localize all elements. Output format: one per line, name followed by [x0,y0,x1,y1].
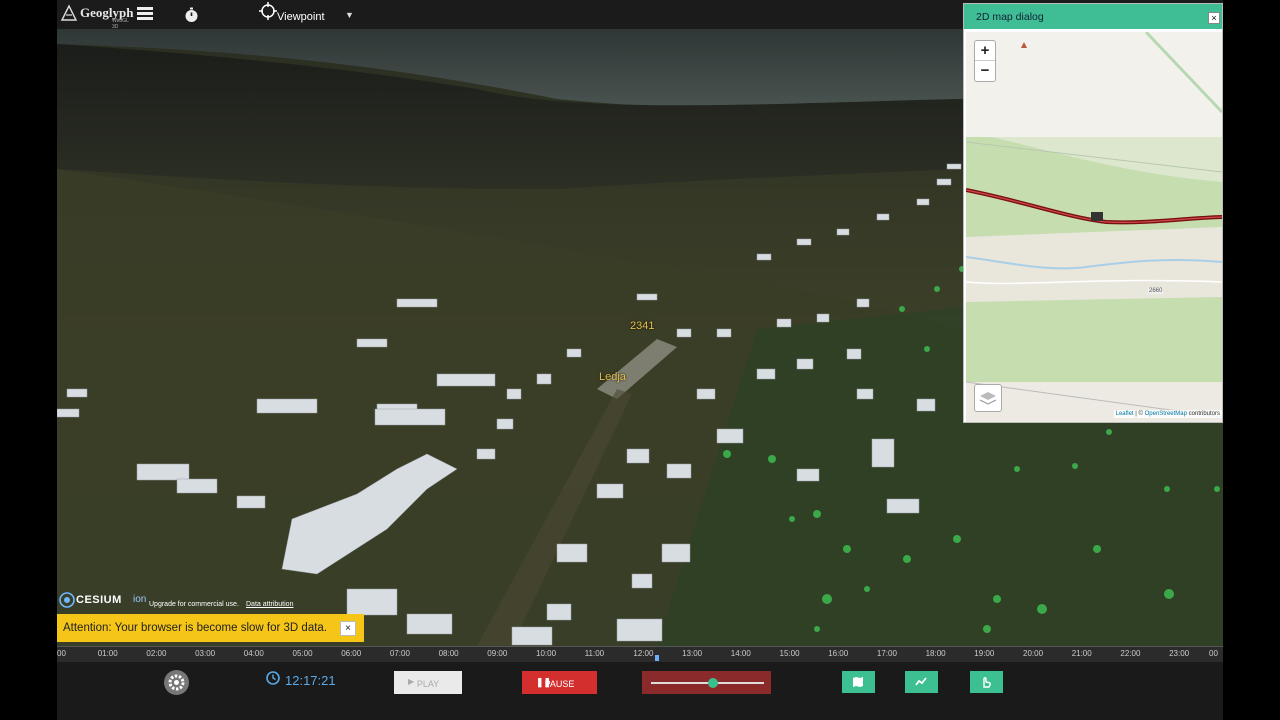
cesium-ion-icon [59,592,75,608]
timeline-tick-label: 07:00 [389,649,410,658]
timeline-tick-label: 08:00 [438,649,459,658]
timeline-tick-label: 02:00 [146,649,167,658]
map-icon [853,677,863,687]
data-attribution-link[interactable]: Data attribution [246,601,293,608]
hamburger-menu-icon[interactable] [137,7,153,21]
play-label: PLAY [416,679,440,689]
viewpoint-label: Viewpoint [277,11,325,23]
layers-control-button[interactable] [974,384,1002,412]
leaflet-link[interactable]: Leaflet [1116,411,1134,417]
dialog-title: 2D map dialog [976,11,1044,23]
timeline-tick-label: 01:00 [97,649,118,658]
attribution-tail: contributors [1186,411,1220,417]
map-attribution: Leaflet | © OpenStreetMap contributors [1113,410,1222,418]
attribution-separator: | © [1133,411,1145,417]
timeline-tick-label: 17:00 [876,649,897,658]
pause-button[interactable]: ❚❚ PAUSE [522,671,597,694]
clock-icon [266,671,280,685]
timeline-tick-label: 04:00 [243,649,264,658]
gear-icon [168,674,185,691]
attention-text: Attention: Your browser is become slow f… [63,622,328,634]
touch-button[interactable] [970,671,1003,693]
speed-slider[interactable] [642,671,771,694]
app-logo: Geoglyph WebGL 3D [60,3,133,30]
timeline-tick-label: 00 [1209,649,1218,658]
zoom-out-button[interactable]: − [975,61,995,81]
timeline-tick-label: 13:00 [682,649,703,658]
osm-link[interactable]: OpenStreetMap [1145,411,1187,417]
clock-time: 12:17:21 [285,673,336,688]
timeline-tick-label: 22:00 [1120,649,1141,658]
viewpoint-icon [259,2,277,20]
timeline-tick-label: 03:00 [195,649,216,658]
slider-knob[interactable] [708,678,719,688]
2d-map-button[interactable] [842,671,875,693]
cesium-ion-text: ion [133,594,147,605]
settings-button[interactable] [164,670,189,695]
leaflet-map[interactable]: + − 2660 Leaflet | © OpenStreetMap contr… [966,32,1222,422]
timeline-tick-label: 05:00 [292,649,313,658]
timeline-tick-label: 19:00 [974,649,995,658]
dialog-close-button[interactable]: × [1208,12,1220,24]
timeline-tick-label: 11:00 [584,649,605,658]
2d-map-dialog: 2D map dialog × + − 2660 Leaflet | © Ope… [963,3,1223,423]
timeline-tick-label: 00 [57,649,66,658]
timeline-tick-label: 20:00 [1023,649,1044,658]
caret-down-icon: ▼ [345,10,354,20]
map-zoom-control: + − [974,40,996,82]
timeline-tick-label: 06:00 [341,649,362,658]
zoom-in-button[interactable]: + [975,41,995,61]
attention-banner: Attention: Your browser is become slow f… [57,614,364,642]
timeline-tick-label: 09:00 [487,649,508,658]
hand-pointer-icon [983,677,991,688]
dialog-header[interactable]: 2D map dialog × [964,4,1222,29]
timeline-cursor[interactable] [655,655,659,661]
timeline-tick-label: 23:00 [1169,649,1190,658]
timeline-tick-label: 16:00 [828,649,849,658]
timeline-tick-label: 10:00 [536,649,557,658]
timeline-tick-label: 21:00 [1071,649,1092,658]
app-window: Geoglyph WebGL 3D Viewpoint ▼ 2341 Ledja… [57,0,1223,720]
cesium-logo-text: CESIUM [76,594,122,606]
pause-label: PAUSE [544,679,575,689]
scene-label-place: Ledja [599,371,626,383]
line-chart-icon [915,677,927,686]
road-number-label: 2660 [1148,288,1164,294]
timeline-tick-label: 14:00 [730,649,751,658]
play-button[interactable]: ▶ PLAY [394,671,462,694]
timeline-bar[interactable]: 00 01:00 02:00 03:00 04:00 05:00 06:00 07:00 08:… [57,646,1223,662]
chart-button[interactable] [905,671,938,693]
timeline-tick-label: 12:00 [633,649,654,658]
scene-label-elevation: 2341 [630,320,655,332]
attention-close-button[interactable]: × [340,621,356,636]
bottom-control-bar: 12:17:21 ▶ PLAY ❚❚ PAUSE [57,662,1223,720]
upgrade-text: Upgrade for commercial use. [149,601,239,608]
timeline-tick-label: 18:00 [925,649,946,658]
map-tiles[interactable] [966,32,1222,422]
geoglyph-logo-icon [60,4,78,21]
app-subtitle: WebGL 3D [112,18,129,30]
layers-icon [979,392,997,405]
timeline-tick-label: 15:00 [779,649,800,658]
stopwatch-icon[interactable] [184,7,199,23]
